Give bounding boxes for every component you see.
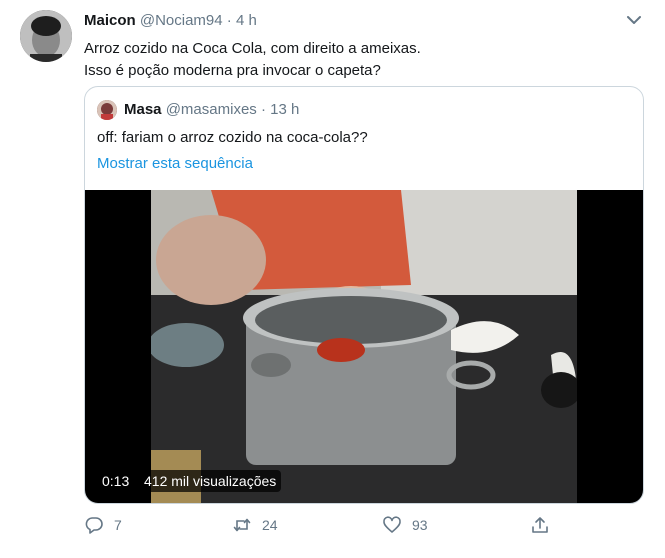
quoted-time: 13 h bbox=[270, 101, 300, 118]
tweet-header: Maicon @Nociam94 · 4 h bbox=[84, 12, 257, 29]
share-button[interactable] bbox=[530, 515, 550, 535]
tweet-text-line: Isso é poção moderna pra invocar o capet… bbox=[84, 62, 381, 79]
quoted-author-name[interactable]: Masa bbox=[124, 101, 162, 118]
separator-dot: · bbox=[226, 12, 232, 29]
video-views: 412 mil visualizações bbox=[139, 470, 282, 492]
share-icon bbox=[532, 517, 548, 533]
avatar[interactable] bbox=[20, 10, 72, 62]
video-player[interactable]: 0:13 412 mil visualizações bbox=[85, 190, 643, 503]
quoted-avatar[interactable] bbox=[97, 100, 117, 120]
quoted-tweet[interactable]: Masa @masamixes · 13 h off: fariam o arr… bbox=[84, 86, 644, 504]
like-button[interactable]: 93 bbox=[382, 515, 428, 535]
tweet-time[interactable]: 4 h bbox=[236, 12, 257, 29]
like-count: 93 bbox=[412, 517, 428, 533]
retweet-count: 24 bbox=[262, 517, 278, 533]
reply-button[interactable]: 7 bbox=[84, 515, 122, 535]
quoted-header: Masa @masamixes · 13 h bbox=[124, 101, 299, 118]
separator-dot: · bbox=[260, 101, 266, 118]
retweet-button[interactable]: 24 bbox=[232, 515, 278, 535]
author-handle[interactable]: @Nociam94 bbox=[140, 12, 223, 29]
retweet-icon bbox=[233, 518, 251, 532]
quoted-author-handle[interactable]: @masamixes bbox=[166, 101, 257, 118]
heart-icon bbox=[383, 516, 401, 533]
reply-icon bbox=[85, 517, 103, 534]
video-frame bbox=[151, 190, 577, 503]
author-name[interactable]: Maicon bbox=[84, 12, 136, 29]
chevron-down-icon[interactable] bbox=[626, 14, 642, 26]
video-time: 0:13 bbox=[97, 470, 135, 492]
tweet-text-line: Arroz cozido na Coca Cola, com direito a… bbox=[84, 40, 421, 57]
quoted-text: off: fariam o arroz cozido na coca-cola?… bbox=[97, 129, 368, 146]
action-bar: 7 24 93 bbox=[0, 515, 665, 537]
tweet-text: Arroz cozido na Coca Cola, com direito a… bbox=[84, 38, 421, 82]
reply-count: 7 bbox=[114, 517, 122, 533]
show-thread-link[interactable]: Mostrar esta sequência bbox=[97, 155, 253, 172]
tweet[interactable]: Maicon @Nociam94 · 4 h Arroz cozido na C… bbox=[0, 0, 665, 558]
